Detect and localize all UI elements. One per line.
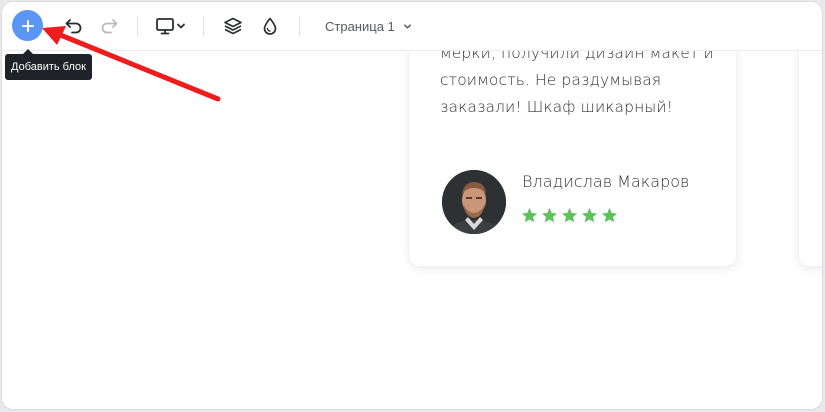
toolbar: Страница 1 [2, 2, 822, 51]
page-canvas: мерки, получили дизайн макет и стоимость.… [2, 2, 822, 409]
layers-icon [224, 17, 242, 35]
desktop-icon [156, 18, 174, 35]
review-author: Владислав Макаров [522, 172, 690, 191]
star-icon [561, 208, 578, 223]
redo-button[interactable] [97, 14, 121, 38]
add-block-button[interactable] [12, 10, 43, 41]
avatar [442, 170, 506, 234]
review-card-next[interactable] [799, 20, 822, 266]
page-select-label: Страница 1 [325, 18, 395, 34]
plus-icon [21, 19, 34, 32]
redo-icon [101, 19, 118, 34]
chevron-down-icon [403, 23, 411, 29]
theme-button[interactable] [258, 14, 282, 38]
undo-icon [65, 19, 82, 34]
star-icon [581, 208, 598, 223]
toolbar-divider [137, 16, 138, 36]
star-icon [541, 208, 558, 223]
page-select[interactable]: Страница 1 [325, 14, 413, 38]
toolbar-divider [203, 16, 204, 36]
drop-icon [263, 17, 277, 35]
review-text: мерки, получили дизайн макет и стоимость.… [440, 40, 720, 121]
toolbar-divider [299, 16, 300, 36]
star-icon [521, 208, 538, 223]
device-select[interactable] [153, 14, 189, 38]
chevron-down-icon [177, 23, 185, 29]
review-text-line: стоимость. Не раздумывая [440, 71, 662, 89]
review-card[interactable]: мерки, получили дизайн макет и стоимость.… [410, 20, 736, 266]
editor-window: мерки, получили дизайн макет и стоимость.… [1, 1, 823, 410]
rating-stars [521, 207, 618, 224]
add-block-tooltip: Добавить блок [5, 49, 92, 80]
review-text-line: заказали! Шкаф шикарный! [440, 98, 673, 116]
undo-button[interactable] [62, 14, 86, 38]
star-icon [601, 208, 618, 223]
layers-button[interactable] [221, 14, 245, 38]
